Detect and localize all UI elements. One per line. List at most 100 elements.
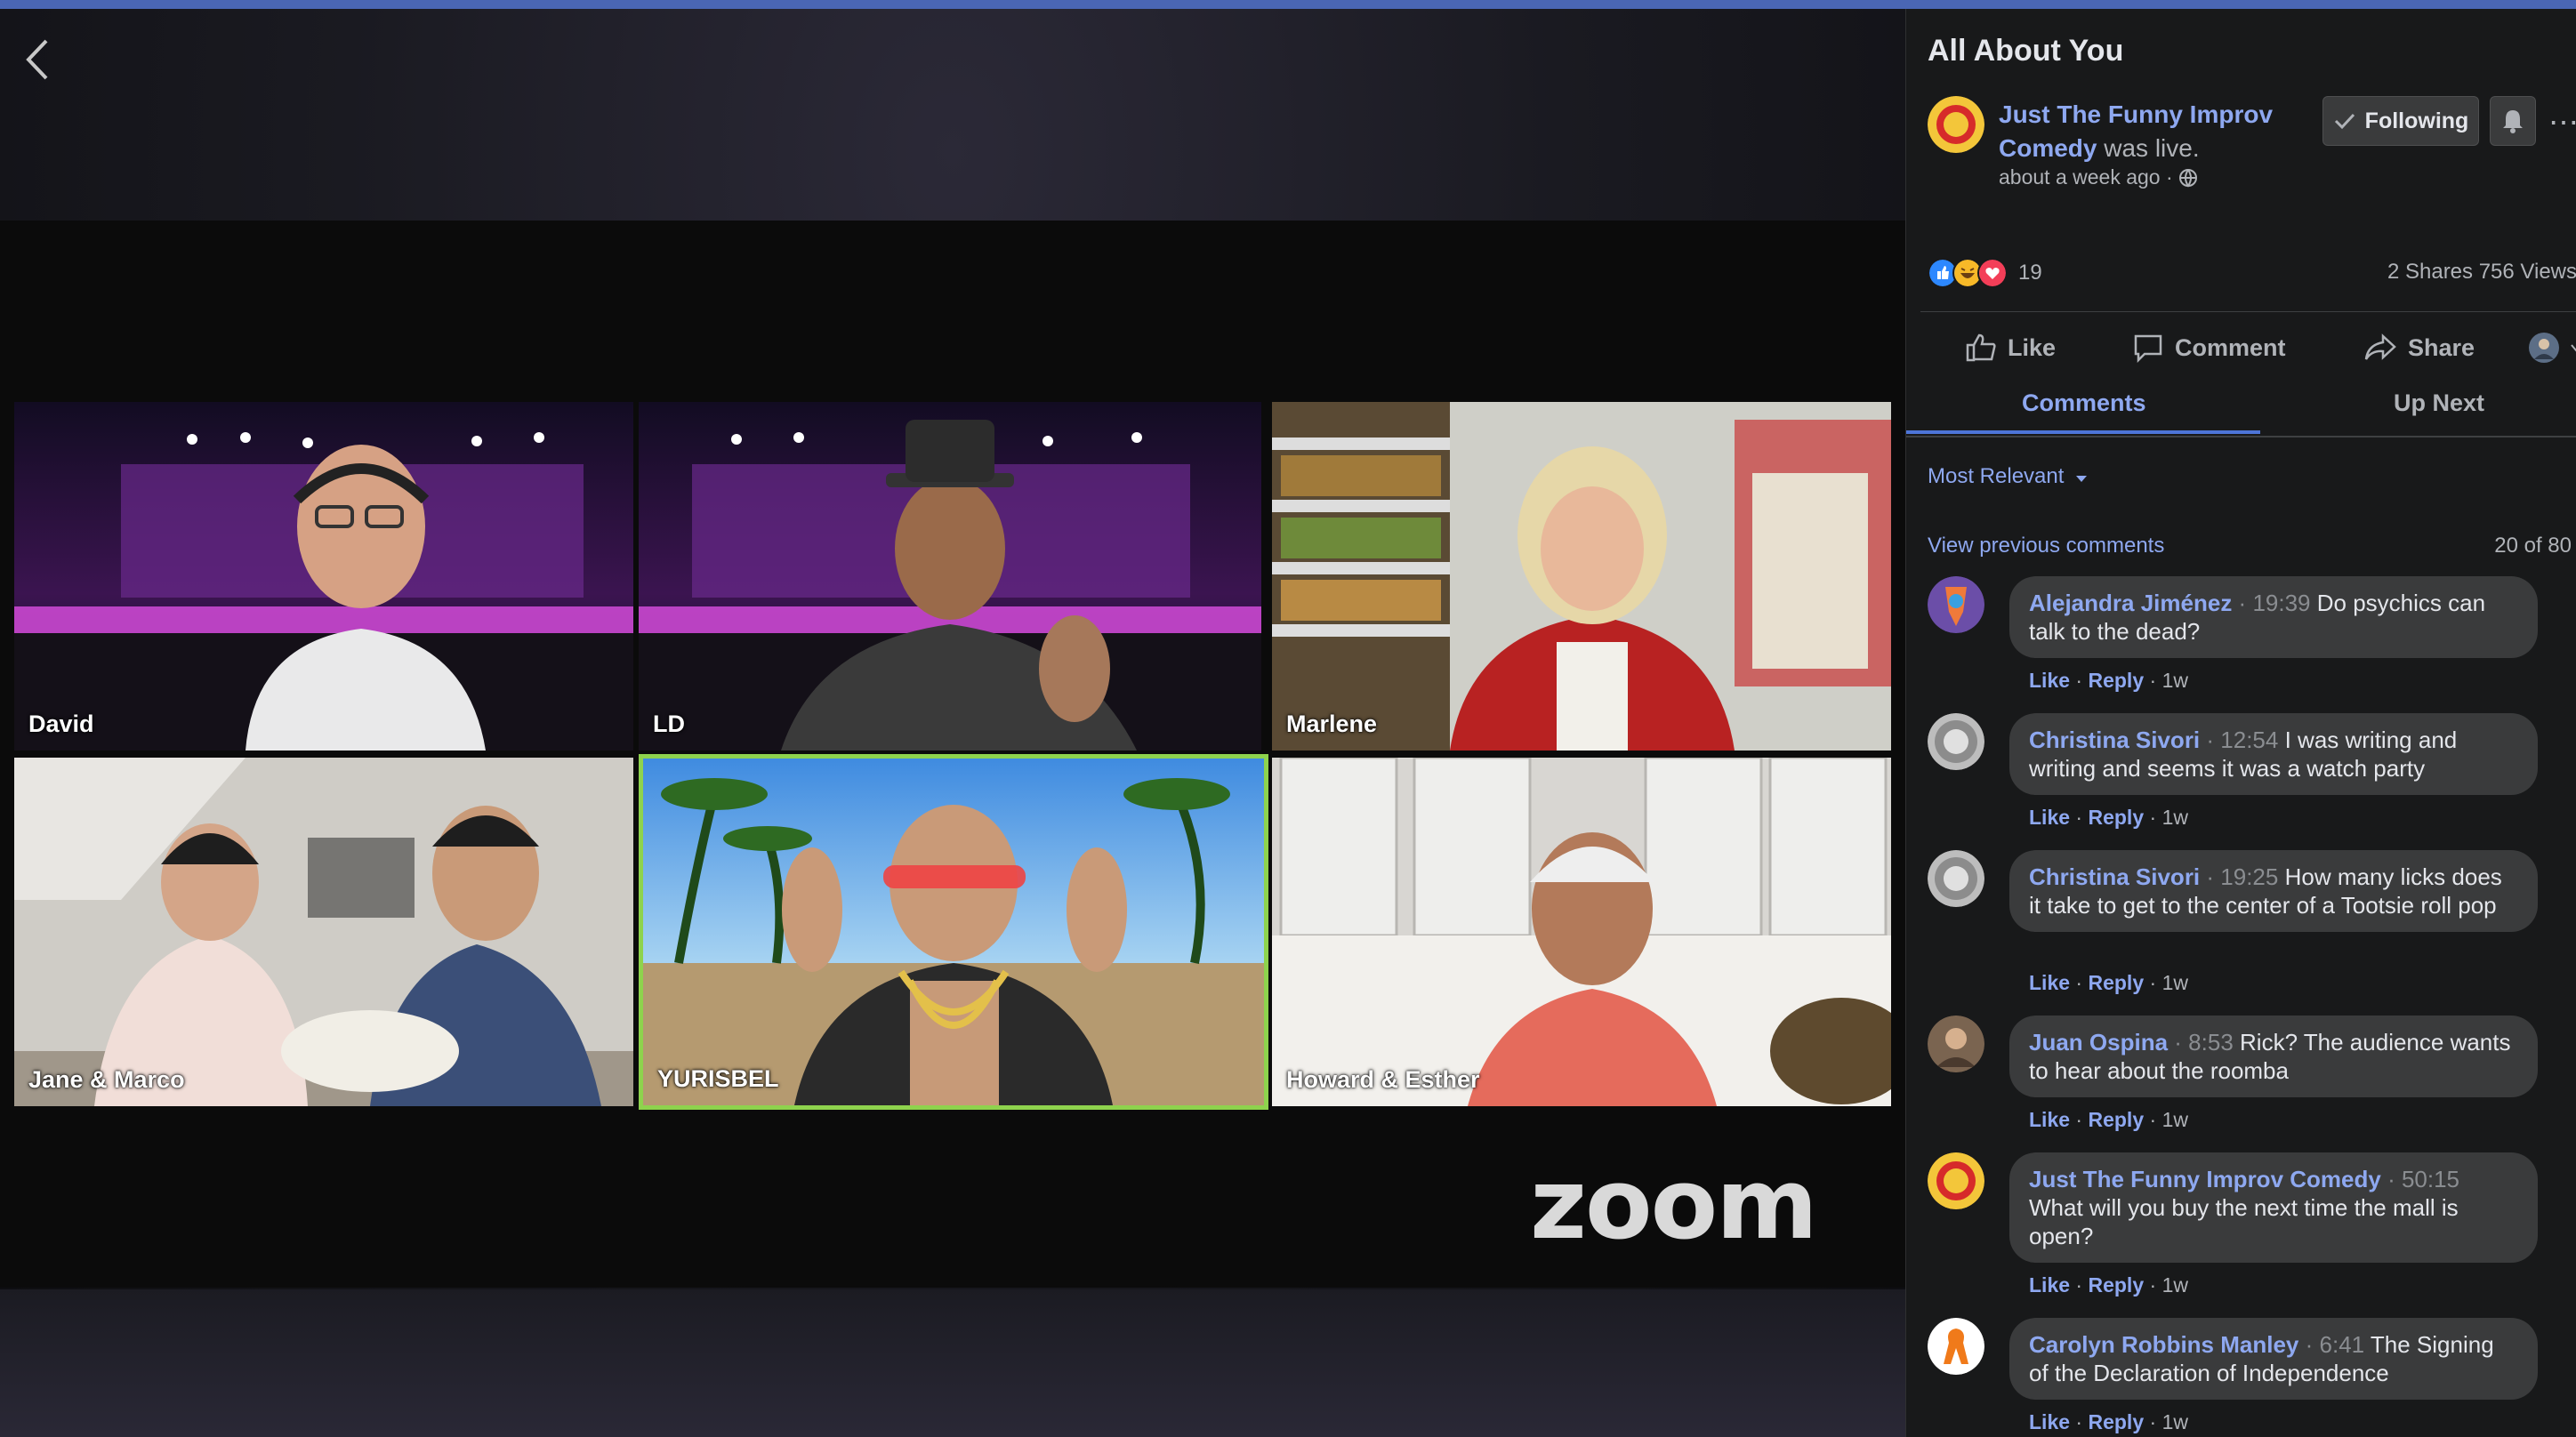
commenter-name[interactable]: Christina Sivori (2029, 727, 2200, 753)
share-view-stats[interactable]: 2 Shares 756 Views (2387, 260, 2576, 285)
caret-down-icon (2076, 476, 2088, 482)
notifications-button[interactable] (2490, 96, 2536, 146)
tab-comments[interactable]: Comments (2022, 389, 2146, 417)
comment-actions: Like · Reply · 1w (2029, 1410, 2188, 1433)
comment-count: 20 of 80 (2494, 534, 2572, 558)
chevron-left-icon[interactable] (20, 37, 55, 82)
comment-icon (2134, 334, 2162, 363)
share-button[interactable]: Share (2363, 333, 2475, 363)
reaction-count: 19 (2018, 261, 2042, 285)
participant-name: LD (653, 710, 685, 737)
comment-timestamp[interactable]: 6:41 (2320, 1331, 2365, 1358)
post-title: All About You (1928, 34, 2124, 68)
comment-actions: Like · Reply · 1w (2029, 1108, 2188, 1131)
comment-actions: Like · Reply · 1w (2029, 669, 2188, 692)
comment-bubble: Christina Sivori · 12:54 I was writing a… (2009, 713, 2538, 795)
comment-timestamp[interactable]: 19:25 (2220, 863, 2278, 890)
commenter-avatar[interactable] (1928, 1152, 1984, 1209)
bell-icon (2503, 110, 2523, 133)
post-author-line: Just The Funny Improv Comedy was live. (1999, 98, 2301, 165)
post-actions: Like Comment Share (1906, 325, 2576, 379)
like-button[interactable]: Like (1965, 333, 2056, 363)
participant-name: Howard & Esther (1286, 1066, 1480, 1093)
participant-name: Marlene (1286, 710, 1378, 737)
comment-timestamp[interactable]: 12:54 (2220, 727, 2278, 753)
comment-reply-link[interactable]: Reply (2088, 1273, 2144, 1297)
like-label: Like (2008, 333, 2057, 361)
audience-selector[interactable] (2529, 333, 2576, 363)
comment-bubble: Alejandra Jiménez · 19:39 Do psychics ca… (2009, 576, 2538, 658)
participant-video (643, 759, 1264, 1105)
comment-timestamp[interactable]: 50:15 (2402, 1166, 2459, 1192)
participant-video (1272, 402, 1891, 751)
comment-sort-dropdown[interactable]: Most Relevant (1928, 464, 2088, 489)
post-time[interactable]: about a week ago · (1999, 165, 2178, 189)
comment-like-link[interactable]: Like (2029, 971, 2070, 994)
thumbs-up-icon (1966, 333, 1996, 362)
comment-actions: Like · Reply · 1w (2029, 1273, 2188, 1297)
commenter-avatar[interactable] (1928, 1318, 1984, 1375)
share-icon (2364, 333, 2396, 360)
caret-down-icon (2571, 344, 2576, 352)
comment-reply-link[interactable]: Reply (2088, 669, 2144, 692)
view-previous-comments-link[interactable]: View previous comments (1928, 534, 2164, 558)
sidebar-tabs: Comments Up Next (1906, 377, 2576, 438)
participant-video (14, 758, 633, 1106)
love-reaction-icon (1977, 258, 2008, 288)
commenter-name[interactable]: Christina Sivori (2029, 863, 2200, 890)
comment-timestamp[interactable]: 8:53 (2188, 1029, 2234, 1056)
commenter-name[interactable]: Alejandra Jiménez (2029, 590, 2232, 616)
post-author-suffix: was live. (2097, 134, 2200, 162)
commenter-avatar[interactable] (1928, 850, 1984, 907)
following-button[interactable]: Following (2322, 96, 2479, 146)
page-avatar[interactable] (1928, 96, 1984, 153)
participant-tile-yurisbel-active: YURISBEL (639, 754, 1268, 1110)
commenter-avatar[interactable] (1928, 713, 1984, 770)
comment-age: 1w (2161, 806, 2188, 829)
post-sidebar: All About You Just The Funny Improv Come… (1905, 9, 2576, 1437)
participant-name: YURISBEL (657, 1065, 779, 1092)
reactions-summary[interactable]: 19 (1928, 258, 2042, 288)
commenter-avatar[interactable] (1928, 576, 1984, 633)
more-icon[interactable]: ⋯ (2548, 105, 2576, 140)
commenter-name[interactable]: Juan Ospina (2029, 1029, 2168, 1056)
comment-like-link[interactable]: Like (2029, 1273, 2070, 1297)
comment-reply-link[interactable]: Reply (2088, 806, 2144, 829)
post-meta: about a week ago · (1999, 165, 2198, 189)
comment-bubble: Christina Sivori · 19:25 How many licks … (2009, 850, 2538, 932)
comment-reply-link[interactable]: Reply (2088, 1108, 2144, 1131)
globe-icon (2179, 169, 2198, 188)
commenter-name[interactable]: Carolyn Robbins Manley (2029, 1331, 2298, 1358)
share-label: Share (2408, 333, 2475, 361)
check-icon (2334, 113, 2355, 130)
comment-age: 1w (2161, 971, 2188, 994)
participant-video (639, 402, 1261, 751)
commenter-avatar[interactable] (1928, 1016, 1984, 1072)
tab-up-next[interactable]: Up Next (2394, 389, 2484, 417)
comment-like-link[interactable]: Like (2029, 806, 2070, 829)
comment-timestamp[interactable]: 19:39 (2252, 590, 2310, 616)
comment-button[interactable]: Comment (2132, 333, 2286, 363)
participant-tile-jane-marco: Jane & Marco (14, 758, 633, 1106)
comment-age: 1w (2161, 1410, 2188, 1433)
comment-age: 1w (2161, 1273, 2188, 1297)
comment-like-link[interactable]: Like (2029, 1410, 2070, 1433)
comment-reply-link[interactable]: Reply (2088, 971, 2144, 994)
participant-tile-david: David (14, 402, 633, 751)
commenter-name[interactable]: Just The Funny Improv Comedy (2029, 1166, 2381, 1192)
comment-like-link[interactable]: Like (2029, 669, 2070, 692)
video-bottom-band (0, 1289, 1905, 1437)
participant-tile-howard-esther: Howard & Esther (1272, 758, 1891, 1106)
comment-age: 1w (2161, 669, 2188, 692)
comment-like-link[interactable]: Like (2029, 1108, 2070, 1131)
sort-label: Most Relevant (1928, 464, 2065, 488)
comment-age: 1w (2161, 1108, 2188, 1131)
zoom-logo: zoom (1530, 1147, 1818, 1261)
active-tab-indicator (1906, 430, 2260, 434)
comment-text: What will you buy the next time the mall… (2029, 1194, 2459, 1249)
participant-video (14, 402, 633, 751)
comment-bubble: Juan Ospina · 8:53 Rick? The audience wa… (2009, 1016, 2538, 1097)
comment-reply-link[interactable]: Reply (2088, 1410, 2144, 1433)
participant-video (1272, 758, 1891, 1106)
comment-bubble: Just The Funny Improv Comedy · 50:15 Wha… (2009, 1152, 2538, 1263)
